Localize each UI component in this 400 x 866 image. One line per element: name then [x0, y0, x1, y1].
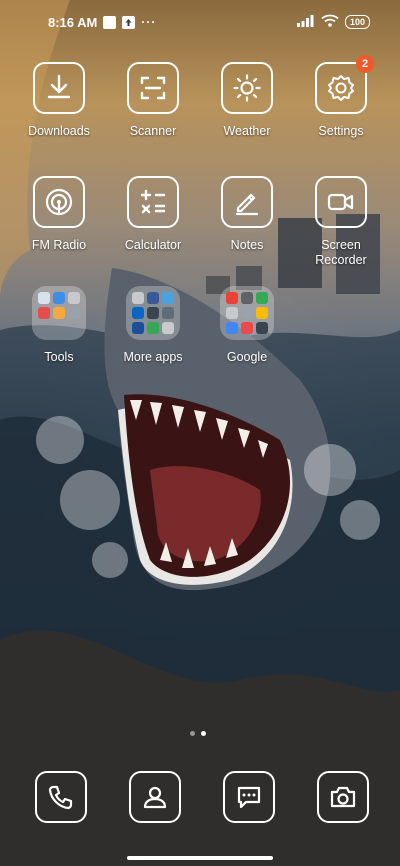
home-indicator-bar[interactable] [127, 856, 273, 860]
app-label: Downloads [28, 124, 90, 138]
app-weather[interactable]: Weather [200, 62, 294, 139]
status-bar: 8:16 AM ··· 100 [0, 0, 400, 44]
mini-app-icon [226, 307, 238, 319]
app-notes[interactable]: Notes [200, 176, 294, 253]
app-downloads[interactable]: Downloads [12, 62, 106, 139]
folder-preview [220, 286, 274, 340]
folder-more-apps[interactable]: More apps [106, 286, 200, 365]
camera-icon [317, 771, 369, 823]
notification-square-icon [103, 15, 117, 29]
page-dot-active[interactable] [201, 731, 206, 736]
folder-preview [126, 286, 180, 340]
mini-app-icon [226, 322, 238, 334]
mini-app-icon [241, 322, 253, 334]
mini-app-icon [147, 292, 159, 304]
mini-app-icon [147, 307, 159, 319]
app-scanner[interactable]: Scanner [106, 62, 200, 139]
contacts-icon [129, 771, 181, 823]
mini-app-icon [38, 307, 50, 319]
wifi-icon [321, 14, 339, 30]
app-label: Weather [223, 124, 271, 138]
dock-contacts[interactable] [129, 771, 181, 823]
mini-app-icon [132, 292, 144, 304]
mini-app-icon [256, 307, 268, 319]
settings-gear-icon: 2 [315, 55, 374, 114]
status-time: 8:16 AM [48, 14, 98, 30]
mini-app-icon [147, 322, 159, 334]
app-label: FM Radio [31, 238, 87, 252]
mini-app-icon [132, 307, 144, 319]
mini-app-icon [38, 292, 50, 304]
app-label: Settings [318, 124, 364, 138]
scanner-icon [127, 62, 179, 114]
download-icon [33, 62, 85, 114]
messages-icon [223, 771, 275, 823]
signal-icon [296, 14, 315, 30]
mini-app-icon [162, 292, 174, 304]
mini-app-icon [162, 307, 174, 319]
mini-app-icon [132, 322, 144, 334]
mini-app-icon [256, 292, 268, 304]
mini-app-icon [256, 322, 268, 334]
calculator-icon [127, 176, 179, 228]
folder-google[interactable]: Google [200, 286, 294, 365]
notification-badge: 2 [356, 55, 374, 73]
battery-indicator: 100 [344, 15, 370, 29]
video-camera-icon [315, 176, 367, 228]
page-indicator[interactable] [190, 731, 206, 736]
mini-app-icon [162, 322, 174, 334]
dock-phone[interactable] [35, 771, 87, 823]
notes-pen-icon [221, 176, 273, 228]
app-label: Scanner [129, 124, 177, 138]
folder-tools[interactable]: Tools [12, 286, 106, 365]
upload-square-icon [122, 15, 136, 29]
app-label: Screen Recorder [315, 238, 367, 267]
mini-app-icon [53, 292, 65, 304]
mini-app-icon [226, 292, 238, 304]
folder-label: Tools [44, 350, 74, 364]
mini-app-icon [68, 307, 80, 319]
mini-app-icon [68, 292, 80, 304]
mini-app-icon [53, 307, 65, 319]
folder-label: More apps [123, 350, 183, 364]
folder-preview [32, 286, 86, 340]
app-calculator[interactable]: Calculator [106, 176, 200, 253]
page-dot[interactable] [190, 731, 195, 736]
app-screen-recorder[interactable]: Screen Recorder [294, 176, 388, 268]
app-label: Calculator [124, 238, 182, 252]
folder-label: Google [226, 350, 268, 364]
dock-messages[interactable] [223, 771, 275, 823]
mini-app-icon [241, 292, 253, 304]
mini-app-icon [241, 307, 253, 319]
radio-icon [33, 176, 85, 228]
more-dots-icon: ··· [141, 15, 157, 29]
weather-sun-icon [221, 62, 273, 114]
app-fm-radio[interactable]: FM Radio [12, 176, 106, 253]
phone-icon [35, 771, 87, 823]
dock-camera[interactable] [317, 771, 369, 823]
app-label: Notes [230, 238, 264, 252]
app-settings[interactable]: 2 Settings [294, 55, 388, 139]
